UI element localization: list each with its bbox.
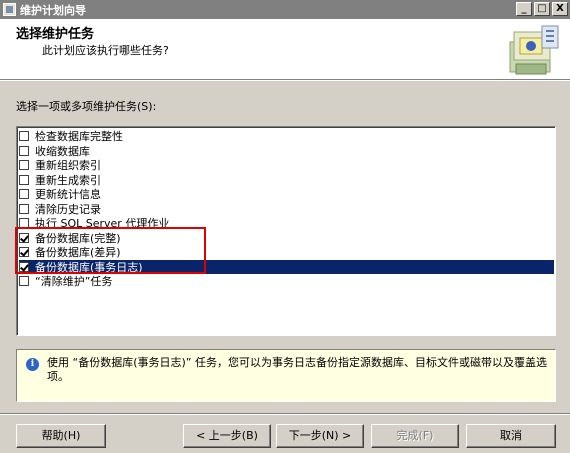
page-subtitle: 此计划应该执行哪些任务?	[42, 44, 169, 57]
back-button[interactable]: < 上一步(B)	[183, 424, 271, 448]
task-description-panel: i 使用 “备份数据库(事务日志)” 任务，您可以为事务日志备份指定源数据库、目…	[16, 349, 556, 402]
help-button[interactable]: 帮助(H)	[16, 424, 106, 448]
app-icon	[3, 3, 16, 16]
finish-button[interactable]: 完成(F)	[371, 424, 459, 448]
task-checkbox[interactable]	[19, 160, 29, 170]
next-button[interactable]: 下一步(N) >	[276, 424, 364, 448]
window-controls: _ □ X	[516, 2, 568, 16]
task-item[interactable]: “清除维护”任务	[19, 274, 554, 288]
cancel-button[interactable]: 取消	[466, 424, 556, 448]
task-label: “清除维护”任务	[35, 275, 113, 288]
task-description: 使用 “备份数据库(事务日志)” 任务，您可以为事务日志备份指定源数据库、目标文…	[47, 356, 547, 383]
title-bar[interactable]: 维护计划向导 _ □ X	[0, 0, 570, 19]
task-checkbox[interactable]	[19, 131, 29, 141]
footer-divider	[0, 413, 570, 415]
task-item[interactable]: 重新组织索引	[19, 158, 554, 172]
task-checkbox[interactable]	[19, 189, 29, 199]
window-title: 维护计划向导	[20, 3, 86, 17]
task-checkbox[interactable]	[19, 145, 29, 156]
task-checkbox[interactable]	[19, 174, 29, 185]
task-checkbox[interactable]	[19, 276, 29, 286]
task-item[interactable]: 重新生成索引	[19, 173, 554, 187]
annotation-highlight	[15, 227, 206, 274]
wizard-header: 选择维护任务 此计划应该执行哪些任务?	[0, 19, 570, 80]
minimize-button[interactable]: _	[516, 2, 532, 16]
task-list-label: 选择一项或多项维护任务(S):	[16, 100, 157, 113]
wizard-window: 维护计划向导 _ □ X 选择维护任务 此计划应该执行哪些任务? 选择一项或多项…	[0, 0, 570, 453]
maintenance-wizard-icon	[509, 25, 559, 75]
maximize-button[interactable]: □	[534, 2, 550, 16]
task-checkbox[interactable]	[19, 203, 29, 214]
page-title: 选择维护任务	[16, 27, 95, 42]
close-button[interactable]: X	[552, 2, 568, 16]
task-item[interactable]: 更新统计信息	[19, 187, 554, 201]
task-item[interactable]: 收缩数据库	[19, 144, 554, 158]
info-icon: i	[26, 358, 39, 371]
header-divider	[0, 80, 570, 81]
task-item[interactable]: 清除历史记录	[19, 202, 554, 216]
task-item[interactable]: 检查数据库完整性	[19, 129, 554, 143]
